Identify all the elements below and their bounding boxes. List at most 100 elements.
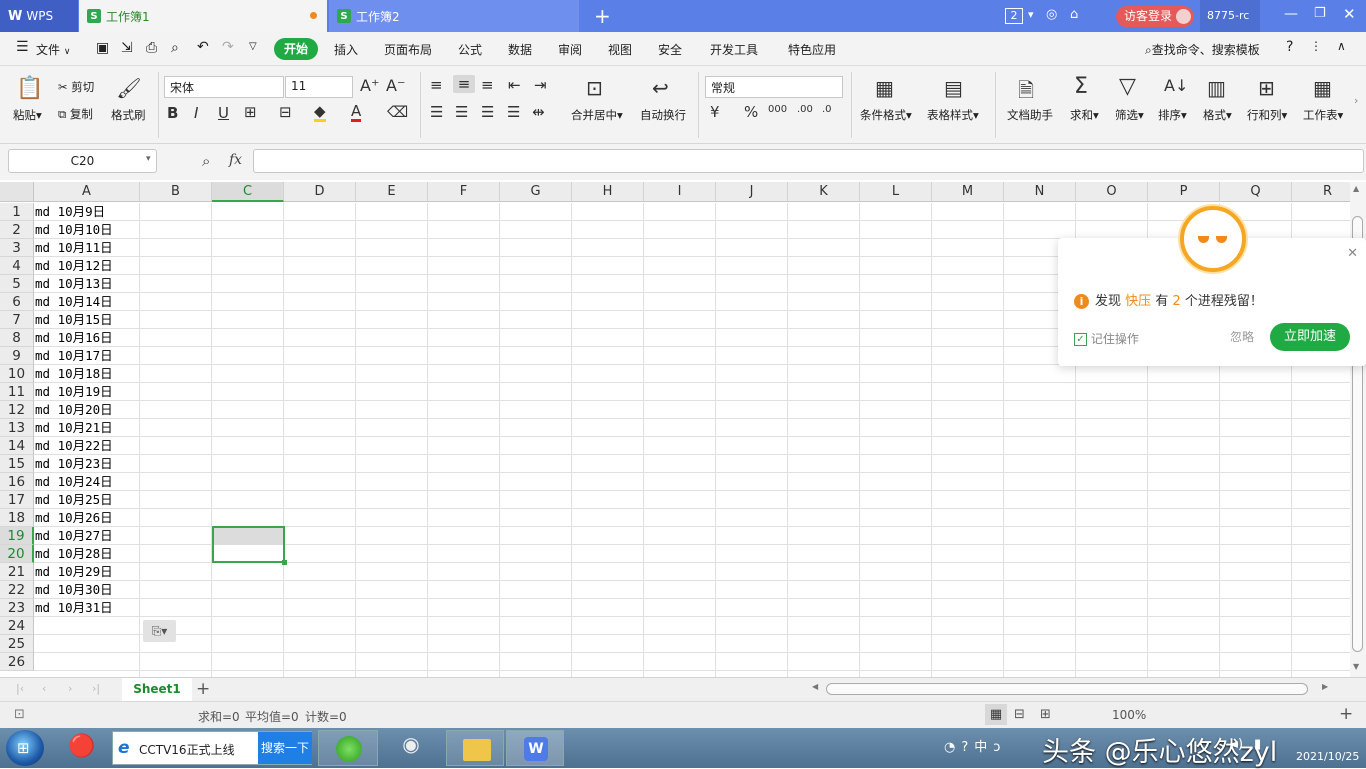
column-header-j[interactable]: J xyxy=(716,182,788,202)
doc-helper-icon[interactable]: 🗎 xyxy=(1018,76,1034,110)
name-box[interactable]: C20 xyxy=(8,149,157,173)
command-search[interactable]: ⌕查找命令、搜索模板 xyxy=(1145,41,1260,58)
file-explorer-icon[interactable] xyxy=(446,730,504,766)
row-header-1[interactable]: 1 xyxy=(0,203,34,221)
format-painter-button[interactable]: 格式刷 xyxy=(111,107,146,123)
selection-box[interactable] xyxy=(212,526,285,563)
wrap-text-button[interactable]: 自动换行 xyxy=(640,107,686,123)
cell-a7[interactable]: md 10月15日 xyxy=(34,311,113,329)
camera-app-icon[interactable]: ◉ xyxy=(386,732,436,764)
scroll-right-icon[interactable]: ▶ xyxy=(1322,682,1328,691)
scroll-down-icon[interactable]: ▼ xyxy=(1353,662,1359,671)
row-header-13[interactable]: 13 xyxy=(0,419,34,437)
cell-a21[interactable]: md 10月29日 xyxy=(34,563,113,581)
align-bottom-icon[interactable]: ≡ xyxy=(481,76,494,94)
merge-center-icon[interactable]: ⊡ xyxy=(586,76,603,100)
row-header-21[interactable]: 21 xyxy=(0,563,34,581)
restore-button[interactable]: ❐ xyxy=(1314,6,1326,21)
column-header-m[interactable]: M xyxy=(932,182,1004,202)
indent-increase-icon[interactable]: ⇥ xyxy=(534,76,547,94)
app-icon-colorful[interactable]: 🔴 xyxy=(66,734,98,762)
row-header-4[interactable]: 4 xyxy=(0,257,34,275)
row-header-16[interactable]: 16 xyxy=(0,473,34,491)
cell-a3[interactable]: md 10月11日 xyxy=(34,239,113,257)
format-button[interactable]: 格式▾ xyxy=(1203,107,1232,123)
tab-formulas[interactable]: 公式 xyxy=(458,41,482,58)
tab-wps-home[interactable]: W WPS xyxy=(0,0,78,32)
sheet-nav-next-icon[interactable]: › xyxy=(68,682,72,695)
cell-a17[interactable]: md 10月25日 xyxy=(34,491,113,509)
row-header-15[interactable]: 15 xyxy=(0,455,34,473)
cloud-icon[interactable]: ◎ xyxy=(1046,7,1057,22)
column-header-p[interactable]: P xyxy=(1148,182,1220,202)
tray-volume-icon[interactable]: ◄) xyxy=(1228,737,1243,752)
tab-page-layout[interactable]: 页面布局 xyxy=(384,41,432,58)
fill-handle[interactable] xyxy=(282,560,287,565)
cell-a15[interactable]: md 10月23日 xyxy=(34,455,113,473)
wps-taskbar-icon[interactable]: W xyxy=(506,730,564,766)
percent-icon[interactable]: % xyxy=(744,103,758,121)
column-header-c[interactable]: C xyxy=(212,182,284,202)
table-style-icon[interactable]: ▤ xyxy=(944,76,963,100)
scroll-left-icon[interactable]: ◀ xyxy=(812,682,818,691)
number-format-select[interactable]: 常规 xyxy=(705,76,843,98)
format-painter-icon[interactable]: 🖌 xyxy=(116,76,142,100)
zoom-in-icon[interactable]: + xyxy=(1339,704,1353,724)
cell-a2[interactable]: md 10月10日 xyxy=(34,221,113,239)
cell-style-icon[interactable]: ⊟ xyxy=(279,103,292,121)
column-header-e[interactable]: E xyxy=(356,182,428,202)
cell-a19[interactable]: md 10月27日 xyxy=(34,527,113,545)
align-left-icon[interactable]: ☰ xyxy=(430,103,443,121)
sheet-nav-prev-icon[interactable]: ‹ xyxy=(42,682,46,695)
close-popup-icon[interactable]: ✕ xyxy=(1347,246,1358,261)
row-header-2[interactable]: 2 xyxy=(0,221,34,239)
reading-view-icon[interactable]: ⊞ xyxy=(1040,707,1051,722)
fill-color-icon[interactable]: ◆ xyxy=(314,103,326,122)
column-header-f[interactable]: F xyxy=(428,182,500,202)
underline-icon[interactable]: U xyxy=(218,104,229,122)
row-header-9[interactable]: 9 xyxy=(0,347,34,365)
column-header-r[interactable]: R xyxy=(1292,182,1350,202)
column-header-q[interactable]: Q xyxy=(1220,182,1292,202)
start-button[interactable]: ⊞ xyxy=(6,730,44,766)
column-header-k[interactable]: K xyxy=(788,182,860,202)
tray-network-icon[interactable]: ▮ xyxy=(1254,737,1261,752)
cell-a22[interactable]: md 10月30日 xyxy=(34,581,113,599)
borders-icon[interactable]: ⊞ xyxy=(244,103,257,121)
row-header-5[interactable]: 5 xyxy=(0,275,34,293)
filter-button[interactable]: 筛选▾ xyxy=(1115,107,1144,123)
page-break-view-icon[interactable]: ⊟ xyxy=(1014,707,1025,722)
row-header-23[interactable]: 23 xyxy=(0,599,34,617)
font-color-icon[interactable]: A xyxy=(351,103,362,122)
column-header-o[interactable]: O xyxy=(1076,182,1148,202)
cell-a20[interactable]: md 10月28日 xyxy=(34,545,113,563)
normal-view-icon[interactable]: ▦ xyxy=(985,704,1007,725)
login-button[interactable]: 访客登录 xyxy=(1116,6,1194,27)
insert-function-icon[interactable]: fx xyxy=(229,152,242,168)
row-header-19[interactable]: 19 xyxy=(0,527,34,545)
tab-view[interactable]: 视图 xyxy=(608,41,632,58)
row-header-3[interactable]: 3 xyxy=(0,239,34,257)
clock-date[interactable]: 2021/10/25 xyxy=(1296,750,1359,763)
clear-format-icon[interactable]: ⌫ xyxy=(387,103,408,121)
scroll-up-icon[interactable]: ▲ xyxy=(1353,184,1359,193)
wrap-text-icon[interactable]: ↩ xyxy=(652,76,669,100)
row-header-10[interactable]: 10 xyxy=(0,365,34,383)
sort-button[interactable]: 排序▾ xyxy=(1158,107,1187,123)
row-header-12[interactable]: 12 xyxy=(0,401,34,419)
h-scroll-thumb[interactable] xyxy=(826,683,1308,695)
cell-a16[interactable]: md 10月24日 xyxy=(34,473,113,491)
quick-access-dropdown-icon[interactable]: ▽ xyxy=(249,41,257,52)
copy-button[interactable]: ⧉ 复制 xyxy=(58,106,93,122)
row-header-24[interactable]: 24 xyxy=(0,617,34,635)
align-right-icon[interactable]: ☰ xyxy=(481,103,494,121)
sum-icon[interactable]: Σ xyxy=(1074,74,1088,99)
column-header-d[interactable]: D xyxy=(284,182,356,202)
row-header-18[interactable]: 18 xyxy=(0,509,34,527)
column-header-h[interactable]: H xyxy=(572,182,644,202)
row-header-7[interactable]: 7 xyxy=(0,311,34,329)
paste-button[interactable]: 粘贴▾ xyxy=(13,107,42,123)
cell-a11[interactable]: md 10月19日 xyxy=(34,383,113,401)
font-shrink-icon[interactable]: A⁻ xyxy=(386,76,405,95)
currency-icon[interactable]: ¥ xyxy=(710,103,720,121)
